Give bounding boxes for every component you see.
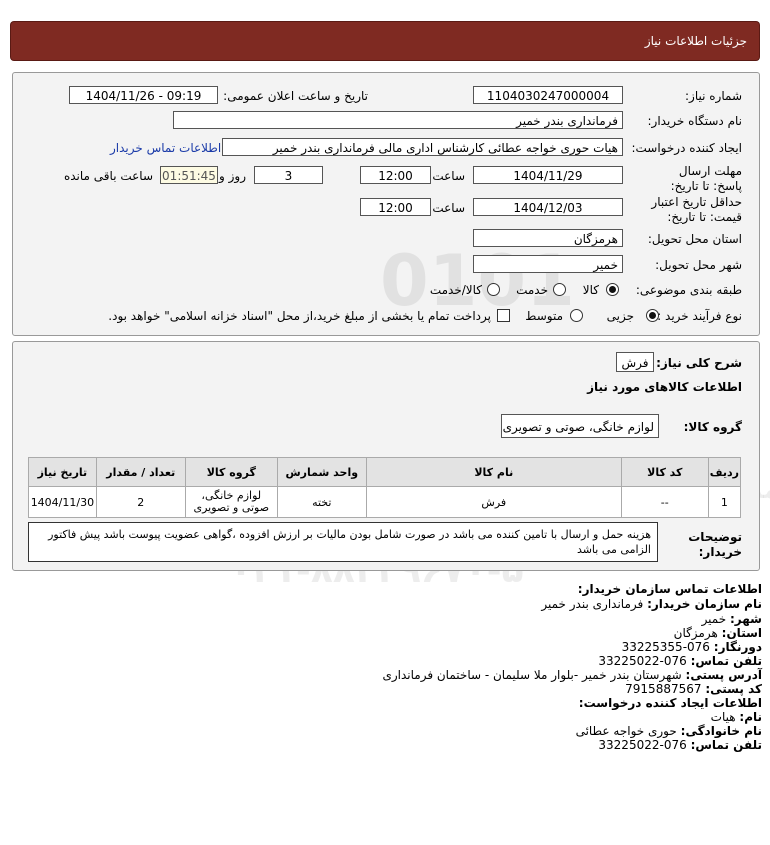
contact-fax: 076-33225355 <box>621 640 710 654</box>
contact-province-label: استان: <box>721 626 762 640</box>
contact-fax-line: دورنگار: 076-33225355 <box>622 640 762 654</box>
contact-postal-label: کد پستی: <box>705 682 762 696</box>
deadline-time-label: ساعت <box>432 169 465 183</box>
process-radio-minor[interactable] <box>646 309 659 322</box>
creator-phone: 076-33225022 <box>598 738 687 752</box>
category-radio-goods[interactable] <box>606 283 619 296</box>
creator-phone-line: تلفن تماس: 076-33225022 <box>598 738 762 752</box>
announce-field: 1404/11/26 - 09:19 <box>69 86 218 104</box>
creator-phone-label: تلفن تماس: <box>690 738 762 752</box>
category-radio-service[interactable] <box>553 283 566 296</box>
contact-postal-line: کد پستی: 7915887567 <box>625 682 762 696</box>
need-number-label: شماره نیاز: <box>685 89 742 103</box>
validity-date-field: 1404/12/03 <box>473 198 623 216</box>
process-radio-medium[interactable] <box>570 309 583 322</box>
contact-org-line: نام سازمان خریدار: فرمانداری بندر خمیر <box>541 597 762 611</box>
col-row: ردیف <box>707 457 742 487</box>
province-label: استان محل تحویل: <box>647 232 742 246</box>
announce-label: تاریخ و ساعت اعلان عمومی: <box>223 89 368 103</box>
process-option-medium: متوسط <box>525 309 563 323</box>
contact-title: اطلاعات تماس سازمان خریدار: <box>577 582 762 596</box>
cell-row: 1 <box>707 486 742 518</box>
deadline-time-field: 12:00 <box>360 166 431 184</box>
buyer-notes-label: توضیحات خریدار: <box>688 530 742 559</box>
buyer-org-label: نام دستگاه خریدار: <box>647 114 743 128</box>
creator-field: هیات حوری خواجه عطائی کارشناس اداری مالی… <box>222 138 623 156</box>
remaining-label: ساعت باقی مانده <box>63 169 153 183</box>
days-field: 3 <box>254 166 323 184</box>
cell-name: فرش <box>365 486 622 518</box>
contact-address-label: آدرس پستی: <box>685 668 762 682</box>
creator-name-label: نام: <box>739 710 762 724</box>
validity-time-label: ساعت <box>432 201 465 215</box>
treasury-payment-checkbox[interactable] <box>497 309 510 322</box>
validity-time-field: 12:00 <box>360 198 431 216</box>
cell-unit: تخته <box>276 486 367 518</box>
cell-code: -- <box>620 486 709 518</box>
goods-group-label: گروه کالا: <box>683 420 742 434</box>
creator-label: ایجاد کننده درخواست: <box>631 141 742 155</box>
contact-city: خمیر <box>701 612 727 626</box>
creator-info-title: اطلاعات ایجاد کننده درخواست: <box>578 696 762 710</box>
buyer-contact-link[interactable]: اطلاعات تماس خریدار <box>110 141 221 155</box>
category-option-goods: کالا <box>582 283 599 297</box>
contact-city-line: شهر: خمیر <box>702 612 762 626</box>
cell-qty: 2 <box>95 486 186 518</box>
process-label: نوع فرآیند خرید : <box>657 309 742 323</box>
city-field: خمیر <box>473 255 623 273</box>
cell-date: 1404/11/30 <box>28 486 97 518</box>
city-label: شهر محل تحویل: <box>655 258 742 272</box>
goods-group-field: لوازم خانگی، صوتی و تصویری <box>501 414 659 438</box>
process-option-minor: جزیی <box>606 309 634 323</box>
deadline-label: مهلت ارسال پاسخ: تا تاریخ: <box>670 164 742 193</box>
contact-postal: 7915887567 <box>625 682 702 696</box>
contact-phone-label: تلفن تماس: <box>690 654 762 668</box>
contact-city-label: شهر: <box>730 612 762 626</box>
province-field: هرمزگان <box>473 229 623 247</box>
contact-org-label: نام سازمان خریدار: <box>647 597 762 611</box>
creator-family-line: نام خانوادگی: حوری خواجه عطائی <box>576 724 762 738</box>
contact-province: هرمزگان <box>673 626 718 640</box>
category-option-service: خدمت <box>516 283 548 297</box>
contact-org: فرمانداری بندر خمیر <box>541 597 644 611</box>
category-radio-goods-service[interactable] <box>487 283 500 296</box>
col-group: گروه کالا <box>184 457 278 487</box>
need-number-field: 1104030247000004 <box>473 86 623 104</box>
deadline-date-field: 1404/11/29 <box>473 166 623 184</box>
category-label: طبقه بندی موضوعی: <box>635 283 742 297</box>
remaining-time-field: 01:51:45 <box>160 166 218 184</box>
days-label: روز و <box>219 169 246 183</box>
validity-label: حداقل تاریخ اعتبار قیمت: تا تاریخ: <box>651 195 742 224</box>
need-description-field: فرش <box>616 352 654 372</box>
need-description-label: شرح کلی نیاز: <box>656 356 742 370</box>
page-title: جزئیات اطلاعات نیاز <box>644 34 747 48</box>
col-qty: تعداد / مقدار <box>95 457 186 487</box>
col-code: کد کالا <box>620 457 709 487</box>
page-header: جزئیات اطلاعات نیاز <box>11 22 759 60</box>
contact-phone-line: تلفن تماس: 076-33225022 <box>598 654 762 668</box>
contact-address-line: آدرس پستی: شهرستان بندر خمیر -بلوار ملا … <box>382 668 762 682</box>
creator-name: هیات <box>710 710 736 724</box>
contact-fax-label: دورنگار: <box>713 640 762 654</box>
col-date: تاریخ نیاز <box>28 457 97 487</box>
contact-address: شهرستان بندر خمیر -بلوار ملا سلیمان - سا… <box>382 668 682 682</box>
table-header-row: ردیف کد کالا نام کالا واحد شمارش گروه کا… <box>28 457 742 487</box>
contact-province-line: استان: هرمزگان <box>674 626 762 640</box>
goods-info-title: اطلاعات کالاهای مورد نیاز <box>587 380 742 394</box>
treasury-payment-note: پرداخت تمام یا بخشی از مبلغ خرید،از محل … <box>108 309 491 323</box>
creator-name-line: نام: هیات <box>711 710 762 724</box>
cell-group: لوازم خانگی، صوتی و تصویری <box>184 486 278 518</box>
col-unit: واحد شمارش <box>276 457 367 487</box>
creator-family: حوری خواجه عطائی <box>575 724 677 738</box>
creator-family-label: نام خانوادگی: <box>680 724 762 738</box>
col-name: نام کالا <box>365 457 622 487</box>
buyer-notes-field: هزینه حمل و ارسال با تامین کننده می باشد… <box>28 522 658 562</box>
goods-table: ردیف کد کالا نام کالا واحد شمارش گروه کا… <box>28 457 742 518</box>
contact-phone: 076-33225022 <box>598 654 687 668</box>
table-row: 1 -- فرش تخته لوازم خانگی، صوتی و تصویری… <box>28 486 742 518</box>
buyer-org-field: فرمانداری بندر خمیر <box>173 111 623 129</box>
category-option-goods-service: کالا/خدمت <box>429 283 482 297</box>
